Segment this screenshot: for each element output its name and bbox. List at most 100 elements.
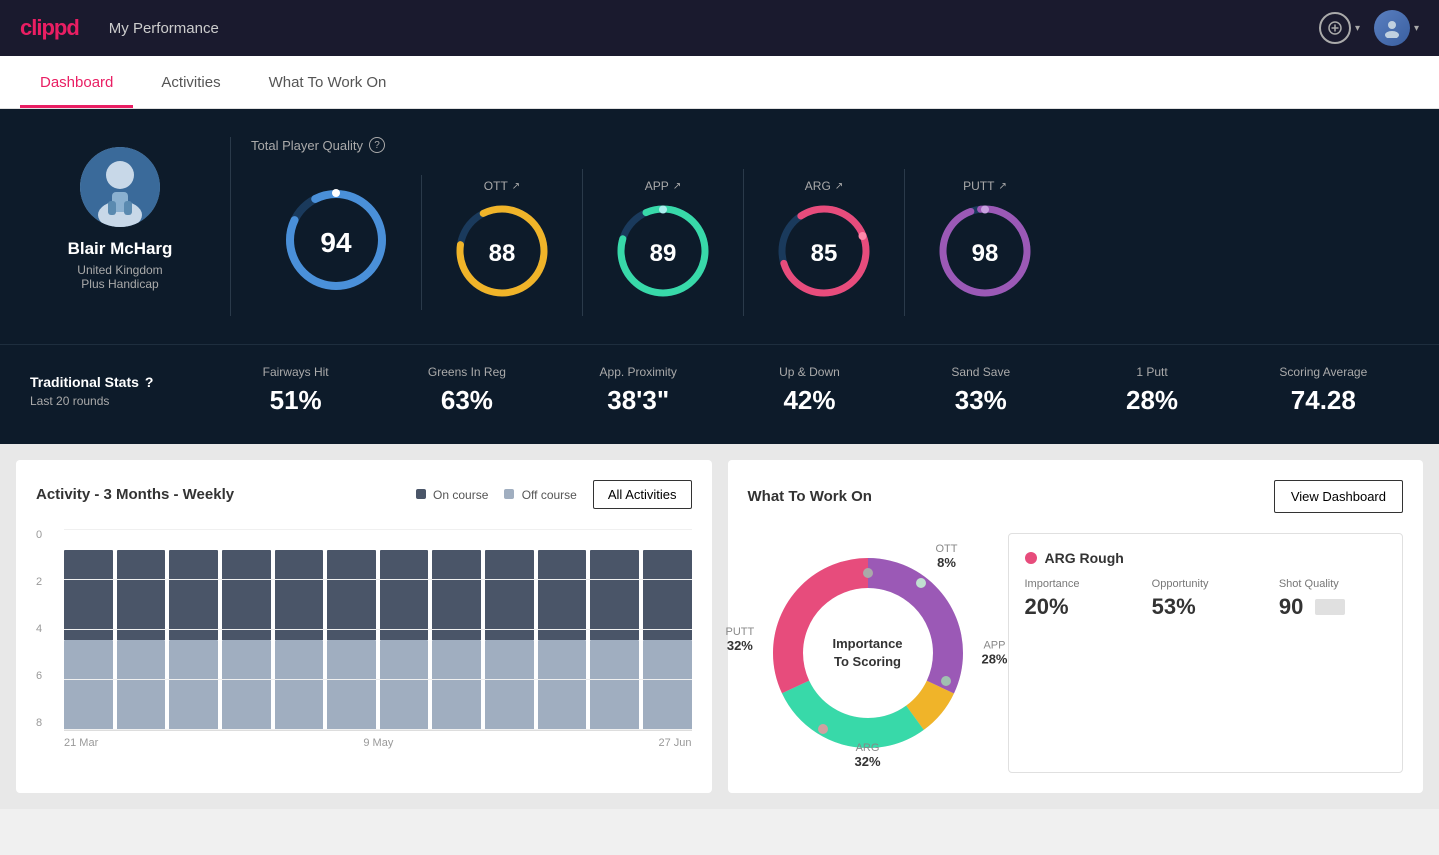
wtwo-metrics: Importance 20% Opportunity 53% Shot Qual… — [1025, 578, 1387, 620]
bar-light-10 — [590, 640, 639, 730]
donut-chart-container: Importance To Scoring OTT 8% APP 28% — [748, 533, 988, 773]
bar-group-11 — [643, 550, 692, 730]
wtwo-metric-shot-quality-label: Shot Quality — [1279, 578, 1386, 590]
nav-actions: ▾ ▾ — [1319, 10, 1419, 46]
wtwo-panel-header: What To Work On View Dashboard — [748, 480, 1404, 513]
bar-group-8 — [485, 550, 534, 730]
bar-light-4 — [275, 640, 324, 730]
chart-grid: 8 6 4 2 0 — [36, 529, 692, 731]
stat-app-proximity-label: App. Proximity — [553, 365, 724, 379]
circle-arg: ARG ↗ 85 — [744, 169, 905, 316]
chart-y-labels: 8 6 4 2 0 — [36, 529, 56, 731]
chart-controls: On course Off course All Activities — [416, 480, 692, 509]
bar-group-5 — [327, 550, 376, 730]
trad-info-icon[interactable]: ? — [145, 374, 154, 390]
ott-label: OTT ↗ — [484, 179, 520, 193]
wtwo-metric-shot-quality-value: 90 — [1279, 594, 1386, 620]
stat-up-down-value: 42% — [724, 385, 895, 416]
x-label-3: 27 Jun — [658, 737, 691, 749]
trad-stats-title: Traditional Stats ? — [30, 374, 210, 390]
donut-label-ott: OTT 8% — [936, 543, 958, 570]
circle-app: APP ↗ 89 — [583, 169, 744, 316]
legend-on-course: On course — [416, 488, 489, 502]
bar-dark-4 — [275, 550, 324, 640]
circle-putt: PUTT ↗ 98 — [905, 169, 1065, 316]
donut-area: Importance To Scoring OTT 8% APP 28% — [748, 533, 1404, 773]
trad-stats-label: Traditional Stats ? Last 20 rounds — [30, 374, 210, 408]
arg-label: ARG ↗ — [805, 179, 843, 193]
bar-group-1 — [117, 550, 166, 730]
tab-activities[interactable]: Activities — [141, 56, 240, 108]
tpq-value: 94 — [320, 227, 351, 259]
circle-ott: OTT ↗ 88 — [422, 169, 583, 316]
bar-light-1 — [117, 640, 166, 730]
circle-ott-wrapper: 88 — [452, 201, 552, 306]
player-avatar — [80, 147, 160, 227]
donut-label-arg: ARG 32% — [854, 742, 880, 769]
arg-value: 85 — [811, 240, 838, 268]
circle-tpq-wrapper: 94 — [281, 185, 391, 300]
avatar[interactable] — [1374, 10, 1410, 46]
wtwo-card-dot — [1025, 552, 1037, 564]
tab-dashboard[interactable]: Dashboard — [20, 56, 133, 108]
bar-group-2 — [169, 550, 218, 730]
bar-light-5 — [327, 640, 376, 730]
user-menu[interactable]: ▾ — [1374, 10, 1419, 46]
quality-section: Total Player Quality ? 94 — [251, 137, 1409, 316]
bottom-panels: Activity - 3 Months - Weekly On course O… — [0, 444, 1439, 809]
profile-section: Blair McHarg United Kingdom Plus Handica… — [30, 137, 210, 291]
wtwo-panel-title: What To Work On — [748, 488, 872, 505]
donut-label-app: APP 28% — [981, 640, 1007, 667]
hero-section: Blair McHarg United Kingdom Plus Handica… — [0, 109, 1439, 344]
stat-up-down: Up & Down 42% — [724, 365, 895, 416]
stat-scoring-avg-value: 74.28 — [1238, 385, 1409, 416]
divider — [230, 137, 231, 316]
bar-dark-11 — [643, 550, 692, 640]
bar-group-4 — [275, 550, 324, 730]
add-chevron-icon: ▾ — [1355, 23, 1360, 34]
circle-app-wrapper: 89 — [613, 201, 713, 306]
activity-chart-title: Activity - 3 Months - Weekly — [36, 486, 234, 503]
bar-light-11 — [643, 640, 692, 730]
user-chevron-icon: ▾ — [1414, 23, 1419, 34]
stat-sand-save: Sand Save 33% — [895, 365, 1066, 416]
putt-value: 98 — [972, 240, 999, 268]
info-icon[interactable]: ? — [369, 137, 385, 153]
view-dashboard-button[interactable]: View Dashboard — [1274, 480, 1403, 513]
bar-light-0 — [64, 640, 113, 730]
putt-arrow-icon: ↗ — [998, 181, 1006, 192]
activity-chart-panel: Activity - 3 Months - Weekly On course O… — [16, 460, 712, 793]
chart-area: 8 6 4 2 0 21 Mar — [36, 529, 692, 749]
ott-value: 88 — [489, 240, 516, 268]
wtwo-metric-opportunity: Opportunity 53% — [1152, 578, 1259, 620]
bar-group-9 — [538, 550, 587, 730]
stat-app-proximity: App. Proximity 38'3" — [553, 365, 724, 416]
bar-light-2 — [169, 640, 218, 730]
trad-stats-subtitle: Last 20 rounds — [30, 394, 210, 408]
bar-dark-6 — [380, 550, 429, 640]
nav-title: My Performance — [109, 20, 1319, 37]
stat-1-putt: 1 Putt 28% — [1066, 365, 1237, 416]
add-button-area[interactable]: ▾ — [1319, 12, 1360, 44]
circle-putt-wrapper: 98 — [935, 201, 1035, 306]
wtwo-metric-importance-value: 20% — [1025, 594, 1132, 620]
bar-dark-5 — [327, 550, 376, 640]
x-label-1: 21 Mar — [64, 737, 98, 749]
bar-light-6 — [380, 640, 429, 730]
circle-tpq: 94 — [251, 175, 422, 310]
legend-off-course-dot — [504, 489, 514, 499]
app-arrow-icon: ↗ — [673, 181, 681, 192]
tab-what-to-work-on[interactable]: What To Work On — [249, 56, 407, 108]
bar-dark-9 — [538, 550, 587, 640]
quality-label: Total Player Quality — [251, 138, 363, 153]
tab-bar: Dashboard Activities What To Work On — [0, 56, 1439, 109]
add-icon[interactable] — [1319, 12, 1351, 44]
bar-group-7 — [432, 550, 481, 730]
bar-group-10 — [590, 550, 639, 730]
stat-1-putt-value: 28% — [1066, 385, 1237, 416]
wtwo-card-title: ARG Rough — [1045, 550, 1124, 566]
bar-group-3 — [222, 550, 271, 730]
what-to-work-on-panel: What To Work On View Dashboard — [728, 460, 1424, 793]
quality-header: Total Player Quality ? — [251, 137, 1409, 153]
all-activities-button[interactable]: All Activities — [593, 480, 692, 509]
